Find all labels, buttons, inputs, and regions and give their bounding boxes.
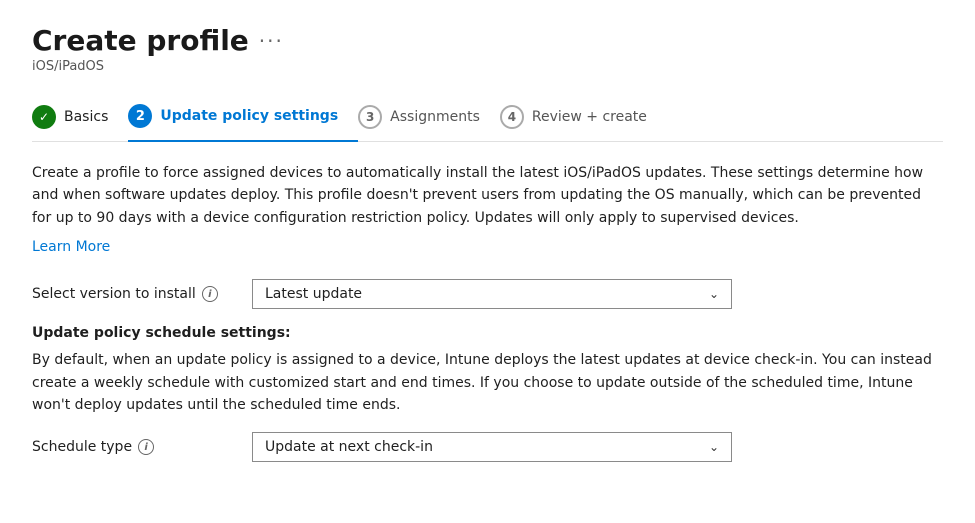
schedule-section-title: Update policy schedule settings: xyxy=(32,325,943,341)
step-update-policy[interactable]: 2 Update policy settings xyxy=(128,94,358,142)
select-version-dropdown[interactable]: Latest update ⌄ xyxy=(252,279,732,309)
page-subtitle: iOS/iPadOS xyxy=(32,59,943,74)
select-version-value: Latest update xyxy=(265,286,362,302)
step-review-label: Review + create xyxy=(532,109,647,125)
schedule-section: Update policy schedule settings: By defa… xyxy=(32,325,943,416)
select-version-row: Select version to install i Latest updat… xyxy=(32,279,943,309)
learn-more-link[interactable]: Learn More xyxy=(32,239,110,255)
wizard-steps: ✓ Basics 2 Update policy settings 3 Assi… xyxy=(32,94,943,142)
select-version-chevron-icon: ⌄ xyxy=(709,287,719,301)
schedule-type-info-icon[interactable]: i xyxy=(138,439,154,455)
more-options-icon[interactable]: ··· xyxy=(259,29,284,53)
step-assignments-label: Assignments xyxy=(390,109,480,125)
select-version-info-icon[interactable]: i xyxy=(202,286,218,302)
page-description: Create a profile to force assigned devic… xyxy=(32,162,943,229)
schedule-type-value: Update at next check-in xyxy=(265,439,433,455)
select-version-label: Select version to install xyxy=(32,286,196,302)
step-review-create[interactable]: 4 Review + create xyxy=(500,95,667,141)
schedule-section-description: By default, when an update policy is ass… xyxy=(32,349,943,416)
step-basics-circle: ✓ xyxy=(32,105,56,129)
schedule-type-label: Schedule type xyxy=(32,439,132,455)
step-review-circle: 4 xyxy=(500,105,524,129)
page-header: Create profile ··· iOS/iPadOS xyxy=(32,24,943,74)
step-basics-label: Basics xyxy=(64,109,108,125)
step-update-policy-circle: 2 xyxy=(128,104,152,128)
step-update-policy-label: Update policy settings xyxy=(160,108,338,124)
schedule-type-dropdown[interactable]: Update at next check-in ⌄ xyxy=(252,432,732,462)
schedule-type-label-group: Schedule type i xyxy=(32,439,252,455)
step-assignments-circle: 3 xyxy=(358,105,382,129)
step-basics[interactable]: ✓ Basics xyxy=(32,95,128,141)
select-version-label-group: Select version to install i xyxy=(32,286,252,302)
schedule-type-chevron-icon: ⌄ xyxy=(709,440,719,454)
schedule-type-row: Schedule type i Update at next check-in … xyxy=(32,432,943,462)
step-assignments[interactable]: 3 Assignments xyxy=(358,95,500,141)
page-title: Create profile xyxy=(32,24,249,57)
